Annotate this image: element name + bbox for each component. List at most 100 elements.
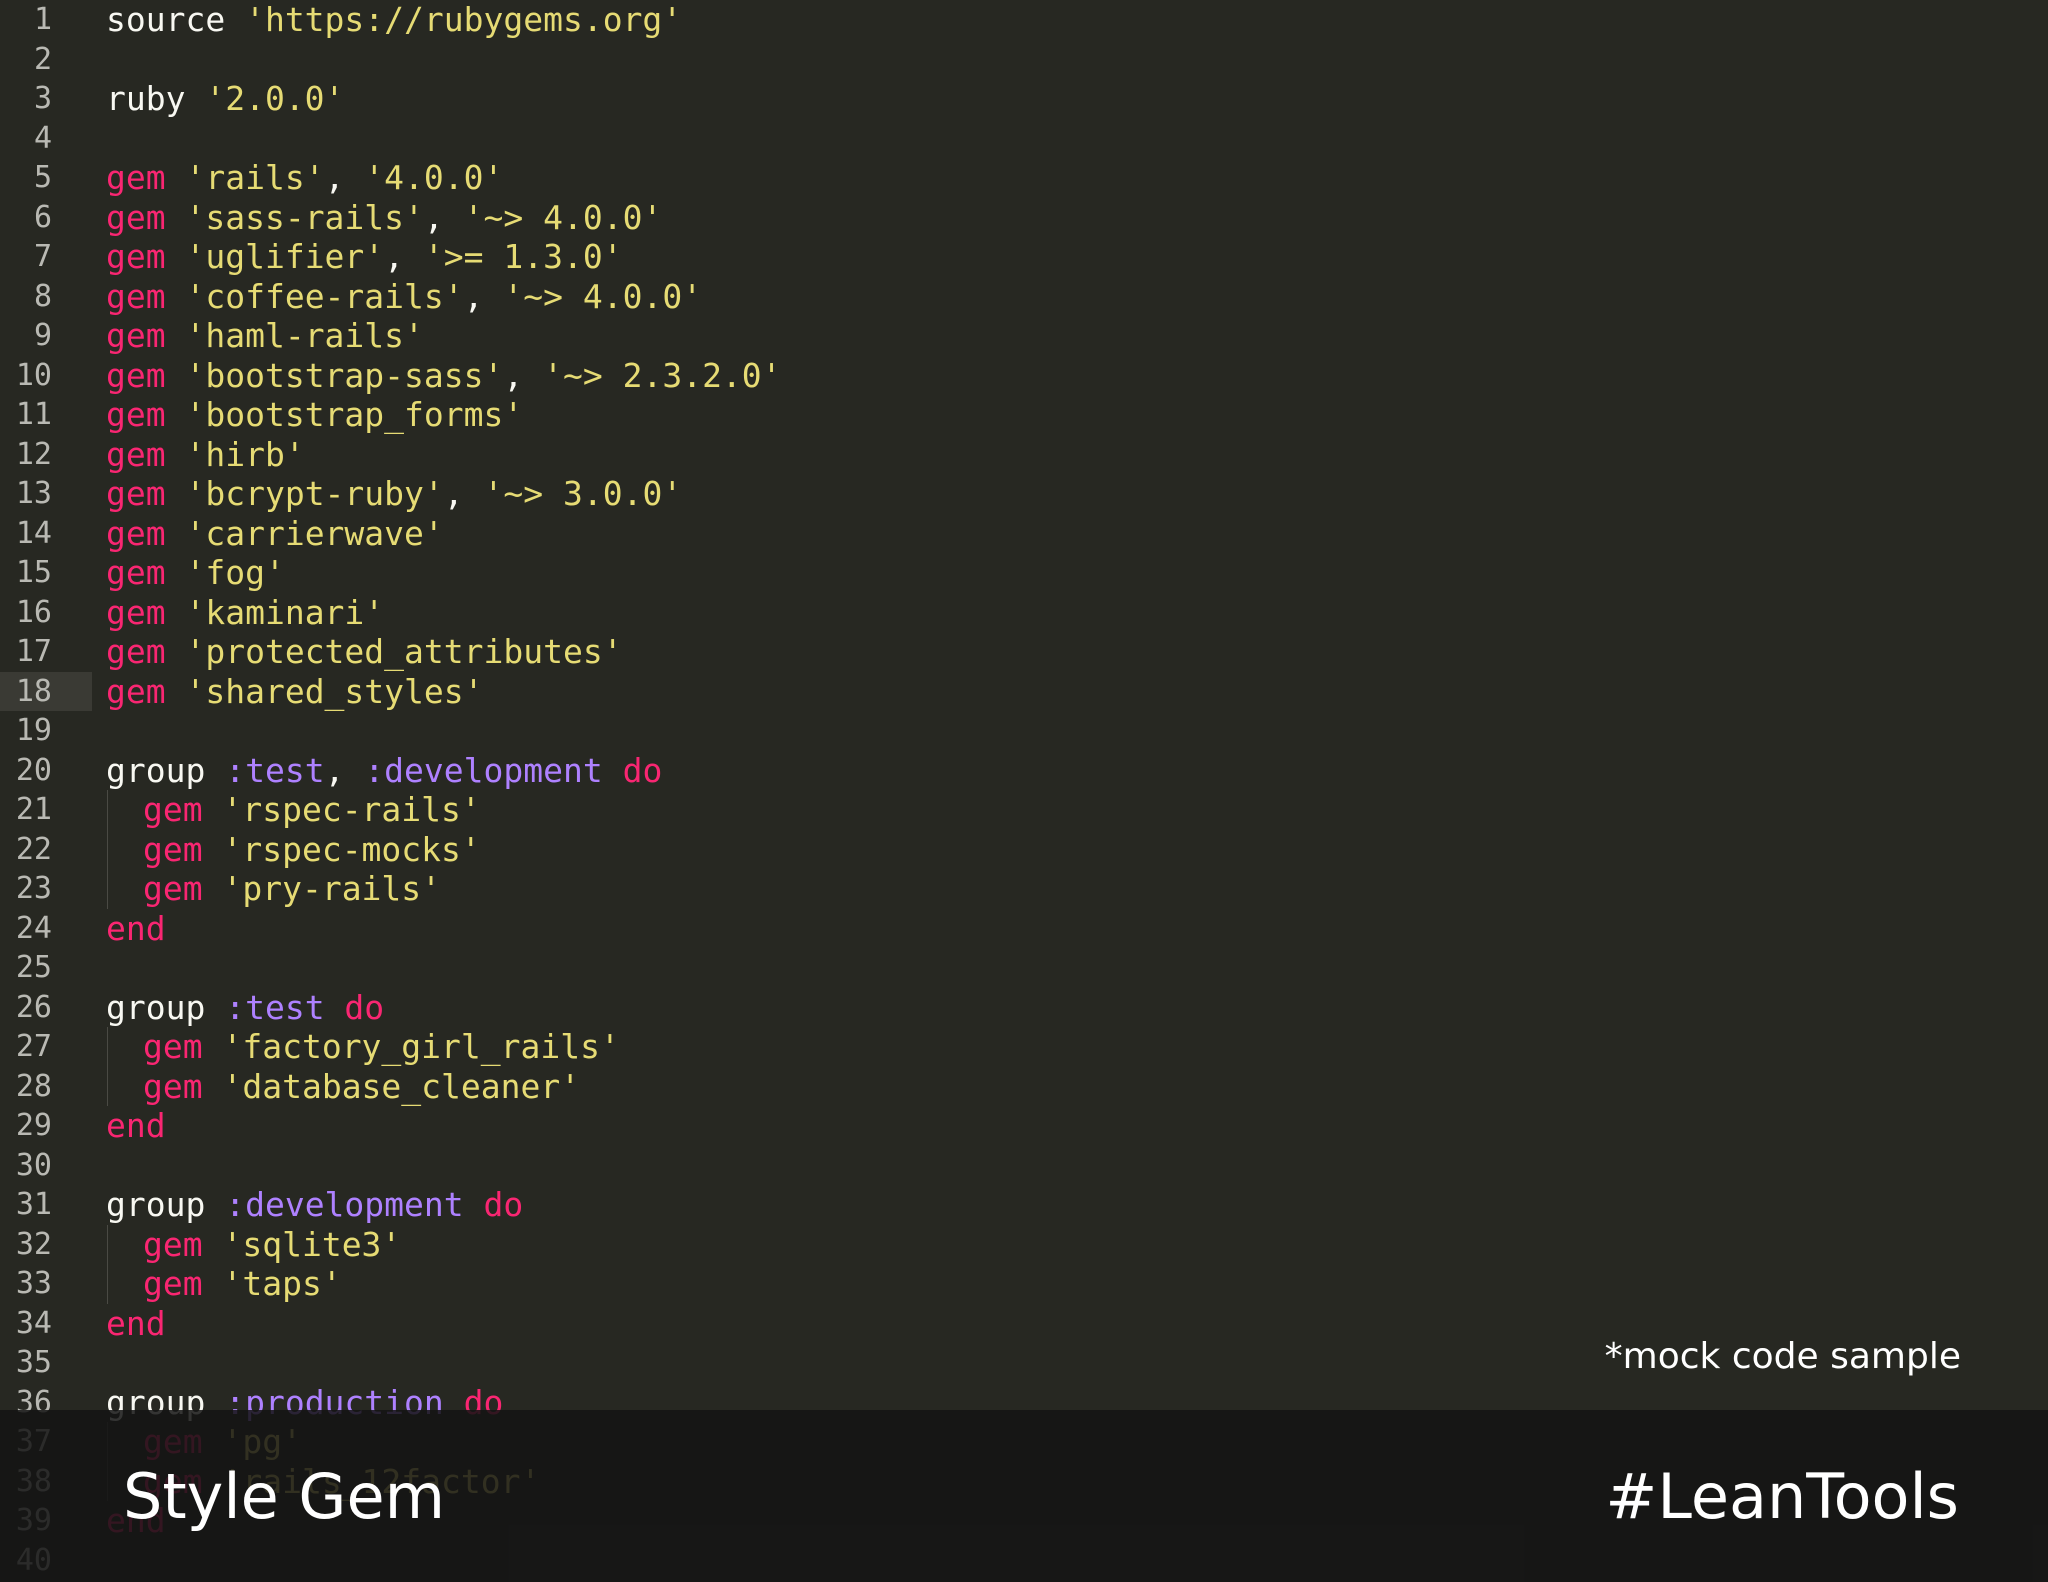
code-line[interactable]: 26 group :test do	[0, 988, 2048, 1028]
code-token: do	[602, 750, 663, 790]
code-token: gem	[106, 553, 186, 592]
code-line[interactable]: 20 group :test, :development do	[0, 751, 2048, 791]
code-token: 'bootstrap-sass'	[185, 355, 504, 395]
code-line[interactable]: 8 gem 'coffee-rails', '~> 4.0.0'	[0, 277, 2048, 317]
code-line[interactable]: 29 end	[0, 1106, 2048, 1146]
indent-guide	[107, 1264, 108, 1304]
line-number: 31	[15, 1187, 52, 1222]
code-token: gem	[143, 1224, 223, 1264]
code-text: gem 'rspec-mocks'	[143, 830, 481, 870]
code-token: gem	[106, 395, 186, 434]
code-token: '4.0.0'	[364, 158, 504, 197]
code-token: gem	[106, 276, 186, 316]
line-number: 8	[33, 278, 52, 314]
code-text: gem 'factory_girl_rails'	[143, 1027, 620, 1067]
code-token: 'bootstrap_forms'	[185, 395, 524, 434]
code-text: gem 'kaminari'	[106, 593, 384, 633]
line-number: 2	[33, 41, 52, 77]
code-token: 'rspec-rails'	[222, 790, 481, 829]
code-text: gem 'protected_attributes'	[106, 632, 623, 672]
code-line[interactable]: 15 gem 'fog'	[0, 553, 2048, 593]
code-line[interactable]: 11 gem 'bootstrap_forms'	[0, 395, 2048, 435]
code-token: :test	[225, 987, 325, 1027]
line-number: 33	[15, 1266, 52, 1301]
code-token: '2.0.0'	[205, 79, 345, 118]
code-token: gem	[143, 790, 223, 829]
code-line[interactable]: 25	[0, 948, 2048, 988]
code-line[interactable]: 6 gem 'sass-rails', '~> 4.0.0'	[0, 198, 2048, 238]
code-line[interactable]: 32 gem 'sqlite3'	[0, 1224, 2048, 1264]
code-text: gem 'sass-rails', '~> 4.0.0'	[106, 198, 662, 238]
code-line[interactable]: 9 gem 'haml-rails'	[0, 316, 2048, 356]
code-text: gem 'hirb'	[106, 435, 305, 475]
line-number: 13	[15, 476, 52, 511]
code-token: 'coffee-rails'	[185, 276, 464, 316]
code-token: gem	[106, 632, 186, 671]
code-token: gem	[106, 197, 186, 237]
code-line[interactable]: 22 gem 'rspec-mocks'	[0, 829, 2048, 870]
code-token: gem	[143, 869, 223, 908]
code-line[interactable]: 1 source 'https://rubygems.org'	[0, 0, 2048, 40]
code-text: gem 'pry-rails'	[143, 869, 441, 909]
line-number: 6	[33, 199, 52, 235]
code-line[interactable]: 4	[0, 119, 2048, 159]
code-token: '~> 4.0.0'	[463, 197, 663, 237]
code-line[interactable]: 18 gem 'shared_styles'	[0, 671, 2048, 711]
code-line[interactable]: 19	[0, 711, 2048, 751]
code-line[interactable]: 33 gem 'taps'	[0, 1264, 2048, 1304]
code-token: end	[106, 908, 166, 948]
line-number: 7	[33, 239, 52, 274]
code-line[interactable]: 21 gem 'rspec-rails'	[0, 790, 2048, 830]
code-text: end	[106, 909, 166, 949]
code-token: group	[106, 1185, 226, 1224]
code-token: ,	[423, 197, 464, 237]
code-line[interactable]: 23 gem 'pry-rails'	[0, 869, 2048, 909]
line-number: 29	[15, 1108, 52, 1143]
code-line[interactable]: 17 gem 'protected_attributes'	[0, 632, 2048, 672]
code-token: gem	[143, 1027, 223, 1066]
code-token: ruby	[106, 79, 206, 118]
code-line[interactable]: 12 gem 'hirb'	[0, 435, 2048, 475]
code-token: 'shared_styles'	[185, 671, 484, 711]
code-line[interactable]: 7 gem 'uglifier', '>= 1.3.0'	[0, 237, 2048, 277]
code-text: gem 'rails', '4.0.0'	[106, 158, 503, 198]
code-line[interactable]: 30	[0, 1146, 2048, 1186]
line-number: 12	[15, 436, 52, 472]
indent-guide	[107, 869, 108, 909]
code-token: 'carrierwave'	[185, 513, 444, 553]
code-token: gem	[106, 237, 186, 276]
line-number: 23	[15, 871, 52, 906]
mock-code-note: *mock code sample	[1604, 1336, 1961, 1377]
indent-guide	[107, 790, 108, 830]
code-line[interactable]: 14 gem 'carrierwave'	[0, 514, 2048, 554]
line-number: 34	[15, 1305, 52, 1341]
line-number: 30	[15, 1147, 52, 1183]
code-text: gem 'database_cleaner'	[143, 1067, 580, 1107]
code-line[interactable]: 3 ruby '2.0.0'	[0, 79, 2048, 119]
code-line[interactable]: 2	[0, 40, 2048, 80]
line-number: 24	[15, 910, 52, 946]
code-line[interactable]: 24 end	[0, 909, 2048, 949]
code-token: 'uglifier'	[185, 237, 385, 276]
line-number: 9	[33, 318, 52, 353]
code-token: gem	[143, 1264, 223, 1303]
code-token: gem	[143, 829, 223, 869]
code-line[interactable]: 10 gem 'bootstrap-sass', '~> 2.3.2.0'	[0, 356, 2048, 396]
code-line[interactable]: 27 gem 'factory_girl_rails'	[0, 1027, 2048, 1067]
code-line[interactable]: 5 gem 'rails', '4.0.0'	[0, 158, 2048, 198]
code-token: gem	[106, 434, 186, 474]
line-number: 22	[15, 831, 52, 867]
code-line[interactable]: 16 gem 'kaminari'	[0, 593, 2048, 633]
line-number: 3	[33, 81, 52, 116]
code-token: 'protected_attributes'	[185, 632, 623, 671]
code-line[interactable]: 31 group :development do	[0, 1185, 2048, 1225]
code-token: 'hirb'	[185, 434, 305, 474]
code-token: ,	[384, 237, 424, 276]
code-token: gem	[106, 474, 186, 513]
code-token: source	[106, 0, 246, 39]
code-line[interactable]: 13 gem 'bcrypt-ruby', '~> 3.0.0'	[0, 474, 2048, 514]
code-line[interactable]: 28 gem 'database_cleaner'	[0, 1066, 2048, 1107]
code-token: gem	[106, 592, 186, 632]
code-token: 'pry-rails'	[222, 869, 442, 908]
code-text: gem 'uglifier', '>= 1.3.0'	[106, 237, 623, 277]
